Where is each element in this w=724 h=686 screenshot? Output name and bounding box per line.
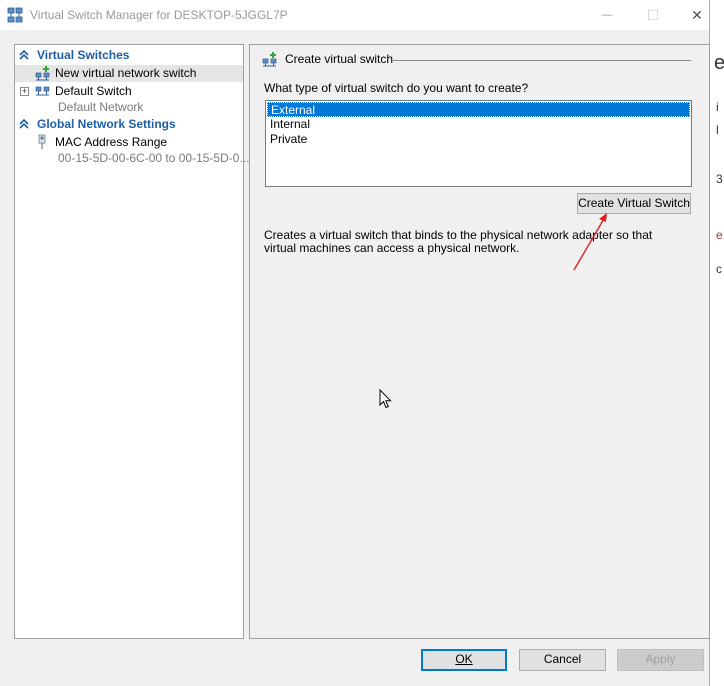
apply-button-label: Apply [645,652,676,666]
collapse-chevron-icon [19,119,29,129]
close-icon: ✕ [691,6,703,23]
cancel-button[interactable]: Cancel [519,649,606,671]
tree-item-label: Default Switch [55,84,132,98]
tree-item-subtitle: 00-15-5D-00-6C-00 to 00-15-5D-0... [58,151,250,165]
cancel-button-label: Cancel [543,652,582,666]
collapse-chevron-icon [19,50,29,60]
ok-button-label: OK [455,652,473,666]
switch-type-option-internal[interactable]: Internal [267,117,690,132]
background-text-fragment: l [716,123,719,137]
expand-plus-icon[interactable]: + [20,87,29,96]
maximize-icon: ☐ [646,6,660,23]
section-header-label: Virtual Switches [37,48,130,62]
background-text-fragment: e [716,228,723,242]
maximize-button[interactable]: ☐ [630,0,676,30]
tree-section-virtual-switches[interactable]: Virtual Switches [15,47,243,64]
background-text-fragment: 3 [716,172,723,186]
new-switch-icon [35,66,50,81]
tree-item-subtitle: Default Network [58,100,144,114]
background-text-fragment: e [714,52,724,74]
switch-type-description: Creates a virtual switch that binds to t… [264,228,653,255]
navigation-tree[interactable]: Virtual Switches New virtual network swi… [14,44,249,639]
tree-item-label: New virtual network switch [55,66,197,80]
mouse-cursor-icon [379,389,392,409]
minimize-icon: — [601,9,613,21]
switch-type-option-private[interactable]: Private [267,132,690,147]
switch-icon [35,86,50,96]
tree-item-new-virtual-switch[interactable]: New virtual network switch [15,65,243,82]
network-switch-icon [7,7,23,23]
group-divider [393,60,691,61]
network-cable-icon [38,134,46,149]
virtual-switch-manager-window: Virtual Switch Manager for DESKTOP-5JGGL… [0,0,710,686]
create-virtual-switch-panel: Create virtual switch What type of virtu… [249,44,710,639]
ok-button[interactable]: OK [421,649,507,671]
apply-button: Apply [617,649,704,671]
new-switch-icon [262,52,277,67]
switch-type-question: What type of virtual switch do you want … [264,81,529,95]
background-window: e i l 3 e c [710,0,724,686]
tree-item-default-switch[interactable]: + Default Switch [15,83,243,100]
close-button[interactable]: ✕ [674,0,720,30]
switch-type-listbox[interactable]: External Internal Private [265,100,692,187]
window-title: Virtual Switch Manager for DESKTOP-5JGGL… [30,8,288,22]
switch-type-option-external[interactable]: External [267,102,690,117]
tree-item-mac-address-range[interactable]: MAC Address Range [15,134,243,151]
minimize-button[interactable]: — [584,0,630,30]
tree-item-label: MAC Address Range [55,135,168,149]
background-text-fragment: i [716,100,719,114]
group-title: Create virtual switch [285,52,394,66]
annotation-arrow-icon [573,213,607,271]
title-bar[interactable]: Virtual Switch Manager for DESKTOP-5JGGL… [0,0,709,30]
section-header-label: Global Network Settings [37,117,176,131]
tree-section-global-network-settings[interactable]: Global Network Settings [15,116,243,133]
background-text-fragment: c [716,262,722,276]
